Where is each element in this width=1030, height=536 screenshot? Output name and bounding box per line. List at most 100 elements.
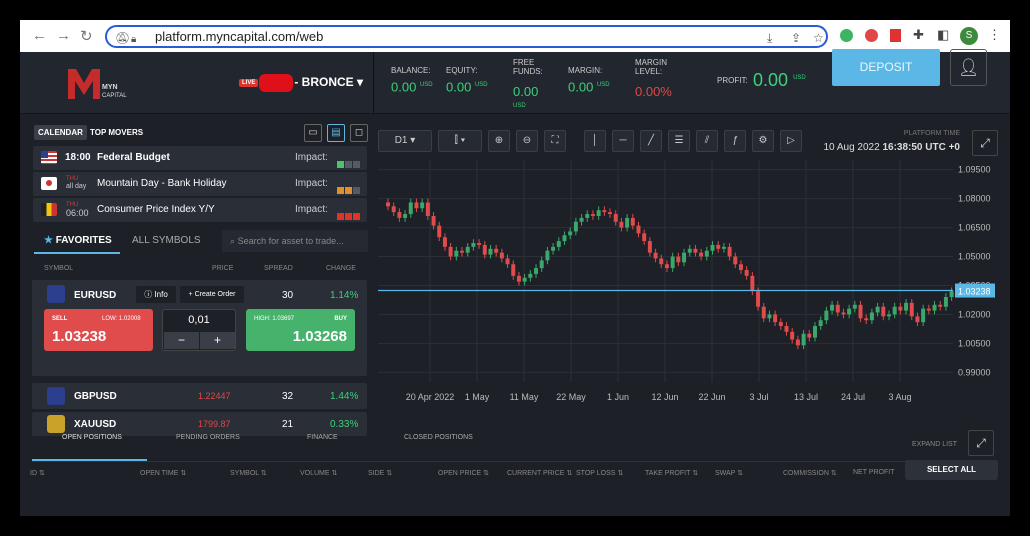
japan-flag-icon xyxy=(41,177,57,190)
view-list-icon[interactable]: ▤ xyxy=(327,124,345,142)
menu-dots-icon[interactable]: ⋮ xyxy=(988,27,1001,43)
star-icon: ★ xyxy=(44,235,53,246)
candle-body xyxy=(403,214,408,218)
deposit-button[interactable]: DEPOSIT xyxy=(832,49,940,86)
column-header[interactable]: STOP LOSS ⇅ xyxy=(576,469,623,477)
account-name-redacted xyxy=(259,74,294,92)
candle-body xyxy=(636,225,641,234)
extension-red-icon[interactable] xyxy=(865,29,878,42)
channel-tool-icon[interactable]: ⫽ xyxy=(696,130,718,152)
view-compact-icon[interactable]: ▭ xyxy=(304,124,322,142)
increase-button[interactable]: + xyxy=(200,332,235,349)
candle-body xyxy=(613,214,618,222)
candle-body xyxy=(488,248,493,255)
column-header[interactable]: TAKE PROFIT ⇅ xyxy=(645,469,698,477)
candle-body xyxy=(499,252,504,259)
horizontal-line-tool-icon[interactable]: ─ xyxy=(612,130,634,152)
decrease-button[interactable]: − xyxy=(164,332,199,349)
lock-icon[interactable]: 🔒︎ xyxy=(131,30,136,49)
column-header[interactable]: COMMISSION ⇅ xyxy=(783,469,837,477)
candle-body xyxy=(738,264,743,271)
candle-body xyxy=(858,304,863,319)
tab-top-movers[interactable]: TOP MOVERS xyxy=(86,125,147,140)
column-header[interactable]: SWAP ⇅ xyxy=(715,469,743,477)
candle-body xyxy=(653,252,658,259)
fibonacci-tool-icon[interactable]: ☰ xyxy=(668,130,690,152)
platform-time: 10 Aug 2022 16:38:50 UTC +0 xyxy=(823,142,961,153)
fullscreen-icon[interactable]: ⤢ xyxy=(972,130,998,156)
candle-body xyxy=(943,297,948,307)
address-bar[interactable]: 🔕︎ 🔒︎ platform.myncapital.com/web ⤓ ⇪ ☆ xyxy=(105,25,828,48)
tab-calendar[interactable]: CALENDAR xyxy=(34,125,87,140)
candle-body xyxy=(875,306,880,313)
candle-body xyxy=(778,322,783,327)
back-icon[interactable]: ← xyxy=(32,27,47,44)
y-tick-label: 1.09500 xyxy=(958,165,991,175)
sell-button[interactable]: SELL LOW: 1.02008 1.03238 xyxy=(44,309,153,351)
create-order-button[interactable]: + Create Order xyxy=(180,286,244,303)
symbol-row[interactable]: GBPUSD 1.22447 32 1.44% xyxy=(32,383,367,409)
column-header[interactable]: NET PROFIT xyxy=(853,469,894,476)
calendar-event[interactable]: 18:00 Federal Budget Impact: xyxy=(33,146,367,170)
candle-body xyxy=(471,243,476,247)
quantity-stepper[interactable]: 0,01 − + xyxy=(162,309,236,351)
tab-pending-orders[interactable]: PENDING ORDERS xyxy=(176,434,240,441)
extensions-puzzle-icon[interactable]: ✚ xyxy=(913,27,924,43)
notifications-blocked-icon[interactable]: 🔕︎ xyxy=(115,29,130,48)
column-header[interactable]: VOLUME ⇅ xyxy=(300,469,337,477)
settings-gear-icon[interactable]: ⚙ xyxy=(752,130,774,152)
price-chart[interactable]: 20 Apr 2022 1 May 11 May 22 May 1 Jun 12 Jun 2… xyxy=(378,160,998,420)
candle-body xyxy=(909,302,914,317)
expand-list-icon[interactable]: ⤢ xyxy=(968,430,994,456)
side-panel-icon[interactable]: ◧ xyxy=(937,27,949,43)
tab-favorites[interactable]: ★ FAVORITES xyxy=(44,235,112,246)
bookmark-star-icon[interactable]: ☆ xyxy=(813,29,824,48)
y-tick-label: 1.02000 xyxy=(958,309,991,319)
equity-stat: EQUITY: 0.00 USD xyxy=(446,66,488,95)
column-header[interactable]: OPEN PRICE ⇅ xyxy=(438,469,489,477)
calendar-event[interactable]: THU 06:00 Consumer Price Index Y/Y Impact… xyxy=(33,198,367,222)
symbol-row-expanded[interactable]: EURUSD ⓘ Info + Create Order 30 1.14% SE… xyxy=(32,280,367,376)
tab-open-positions[interactable]: OPEN POSITIONS xyxy=(62,434,122,441)
column-header[interactable]: ID ⇅ xyxy=(30,469,45,477)
column-header[interactable]: OPEN TIME ⇅ xyxy=(140,469,186,477)
extension-bookmark-icon[interactable] xyxy=(890,29,901,42)
zoom-in-icon[interactable]: ⊕ xyxy=(488,130,510,152)
view-expand-icon[interactable]: ◻ xyxy=(350,124,368,142)
vertical-line-tool-icon[interactable]: │ xyxy=(584,130,606,152)
tab-all-symbols[interactable]: ALL SYMBOLS xyxy=(132,235,201,246)
calendar-event[interactable]: THU all day Mountain Day - Bank Holiday I… xyxy=(33,172,367,196)
fit-screen-icon[interactable]: ⛶ xyxy=(544,130,566,152)
column-header[interactable]: SIDE ⇅ xyxy=(368,469,392,477)
info-button[interactable]: ⓘ Info xyxy=(136,286,176,303)
column-header[interactable]: CURRENT PRICE ⇅ xyxy=(507,469,572,477)
chart-panel: D1 ▾ ⫿ ▾ ⊕ ⊖ ⛶ │ ─ ╱ ☰ ⫽ ƒ ⚙ ▷ PLATFORM … xyxy=(378,120,998,420)
candle-body xyxy=(602,210,607,213)
share-icon[interactable]: ⇪ xyxy=(791,29,801,48)
reload-icon[interactable]: ↻ xyxy=(80,27,93,45)
account-selector[interactable]: LIVE - BRONCE ▾ xyxy=(239,74,363,92)
timeframe-select[interactable]: D1 ▾ xyxy=(378,130,432,152)
user-profile-icon[interactable]: 👤︎ xyxy=(950,49,987,86)
install-icon[interactable]: ⤓ xyxy=(767,29,772,48)
search-input[interactable]: ⌕ Search for asset to trade... xyxy=(222,230,368,252)
candle-body xyxy=(534,268,539,274)
column-header[interactable]: SYMBOL ⇅ xyxy=(230,469,267,477)
candle-body xyxy=(881,306,886,317)
replay-icon[interactable]: ▷ xyxy=(780,130,802,152)
extension-green-icon[interactable] xyxy=(840,29,853,42)
x-tick-label: 3 Aug xyxy=(888,392,911,402)
select-all-button[interactable]: SELECT ALL xyxy=(905,460,998,480)
tab-closed-positions[interactable]: CLOSED POSITIONS xyxy=(404,434,473,441)
candle-body xyxy=(676,256,681,263)
trend-line-tool-icon[interactable]: ╱ xyxy=(640,130,662,152)
buy-button[interactable]: HIGH: 1.03697 BUY 1.03268 xyxy=(246,309,355,351)
tab-finance[interactable]: FINANCE xyxy=(307,434,338,441)
app-window: ← → ↻ 🔕︎ 🔒︎ platform.myncapital.com/web … xyxy=(20,20,1010,516)
chart-type-candles-icon[interactable]: ⫿ ▾ xyxy=(438,130,482,152)
profile-avatar[interactable]: S xyxy=(960,27,978,45)
expand-list-label[interactable]: EXPAND LIST xyxy=(912,441,957,448)
indicators-icon[interactable]: ƒ xyxy=(724,130,746,152)
forward-icon[interactable]: → xyxy=(56,27,71,44)
zoom-out-icon[interactable]: ⊖ xyxy=(516,130,538,152)
